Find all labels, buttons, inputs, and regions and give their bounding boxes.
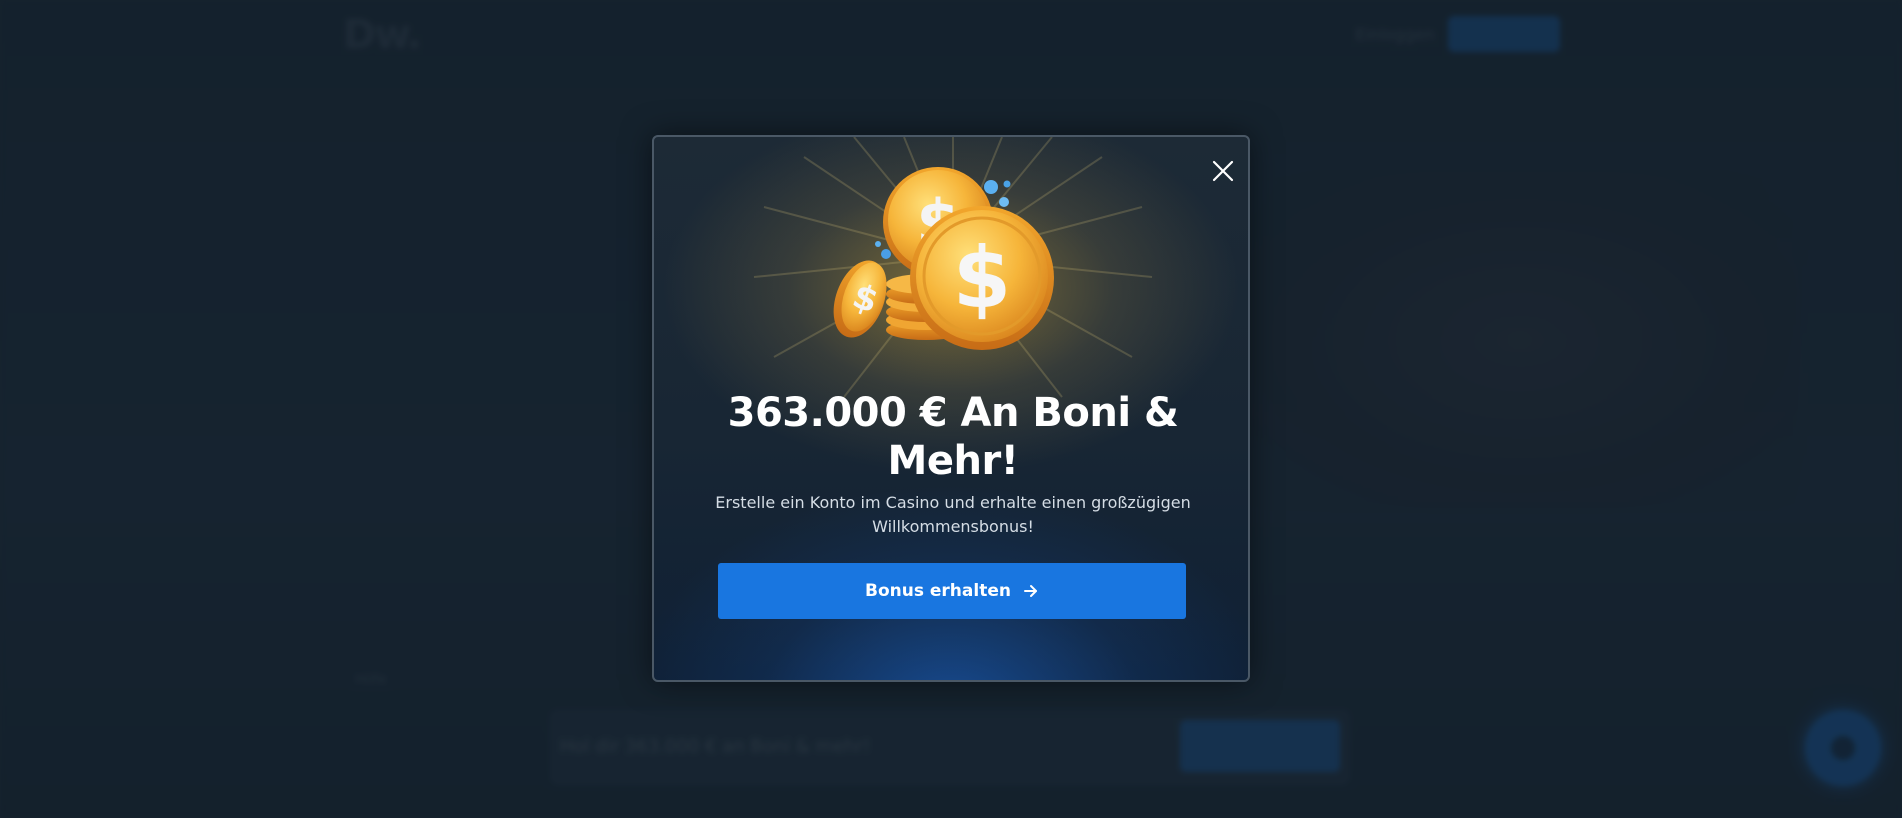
- close-icon: [1212, 160, 1234, 182]
- close-button[interactable]: [1207, 155, 1239, 187]
- arrow-right-icon: [1023, 585, 1037, 597]
- gold-coins-illustration: $ $ $: [833, 167, 1054, 350]
- bonus-cta-button[interactable]: Bonus erhalten: [718, 563, 1186, 619]
- modal-title: 363.000 € An Boni & Mehr!: [727, 390, 1179, 484]
- svg-text:$: $: [953, 229, 1011, 327]
- bonus-modal: $ $ $ 363.000 € An Boni & Mehr! Erstelle…: [652, 135, 1250, 682]
- modal-description: Erstelle ein Konto im Casino und erhalte…: [715, 493, 1191, 536]
- bonus-cta-label: Bonus erhalten: [865, 581, 1011, 601]
